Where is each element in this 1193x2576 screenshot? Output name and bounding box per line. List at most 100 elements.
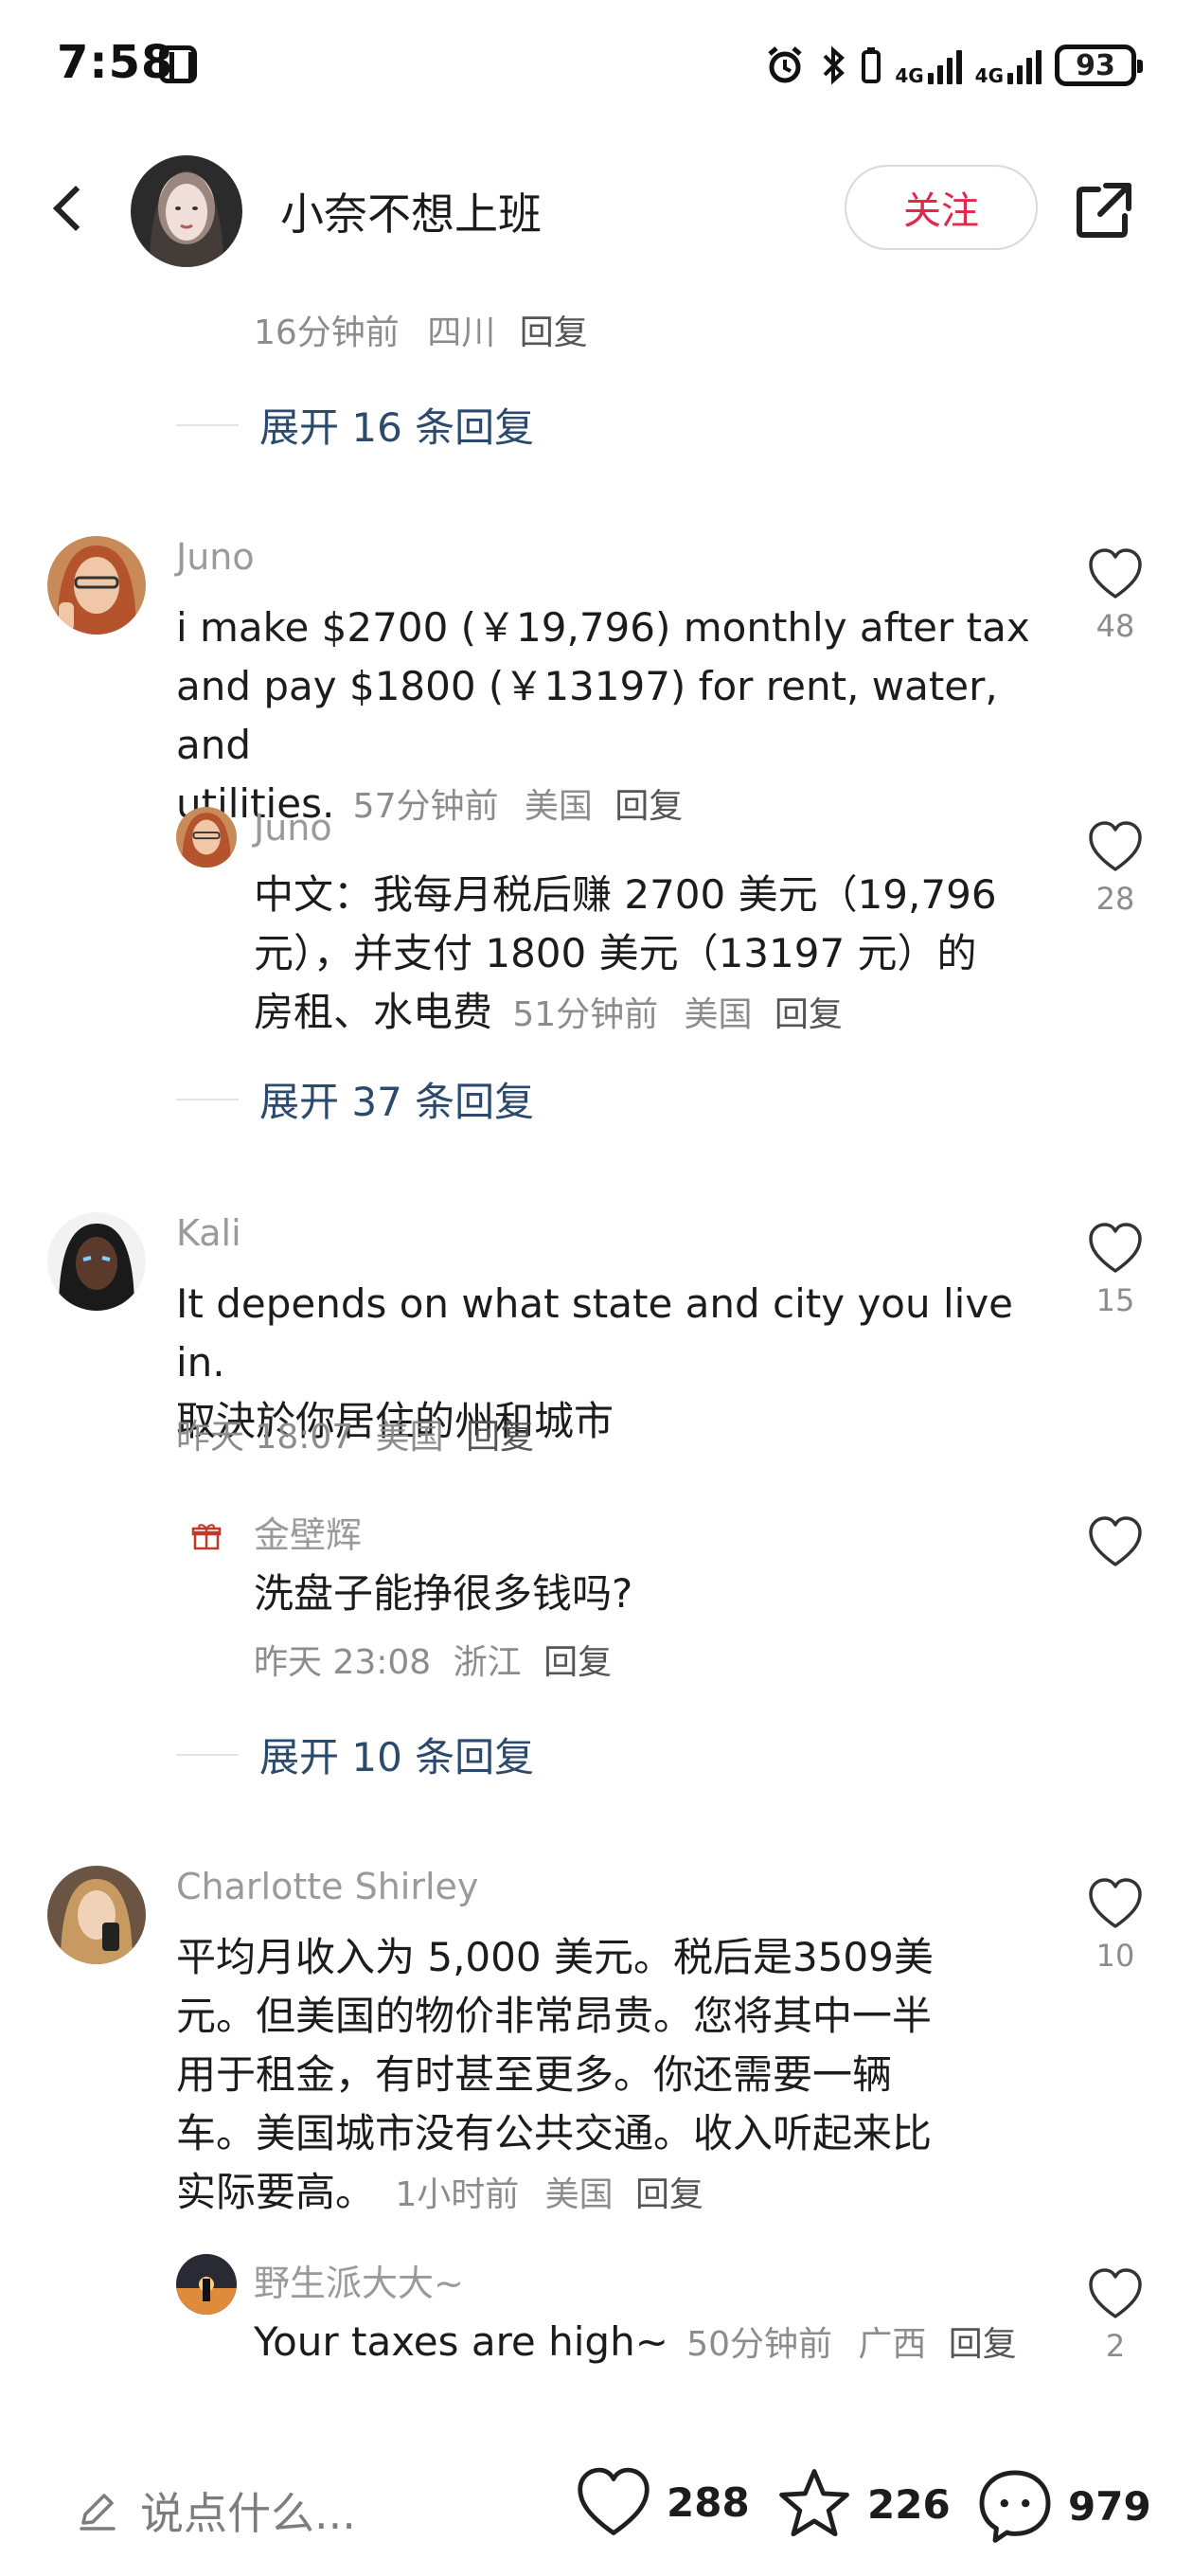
author-avatar[interactable]: [131, 155, 242, 267]
network-label-2: 4G: [974, 64, 1004, 87]
expand-replies-button[interactable]: 展开 10 条回复: [176, 1726, 534, 1783]
signal-1: 4G: [895, 46, 962, 87]
like-count: 28: [1095, 881, 1135, 917]
reply-text-line: 房租、水电费: [254, 989, 493, 1035]
comment-text-line: and pay $1800 (￥13197) for rent, water, …: [176, 663, 998, 768]
like-count: 48: [1095, 608, 1135, 644]
reply-button[interactable]: 回复: [775, 995, 843, 1034]
reply-text-line: 中文：我每月税后赚 2700 美元（19,796: [254, 871, 997, 918]
comment-location: 四川: [427, 313, 496, 352]
comment-input-placeholder: 说点什么...: [140, 2488, 356, 2539]
expand-replies-button[interactable]: 展开 16 条回复: [176, 396, 534, 454]
heart-icon: [1089, 1878, 1142, 1928]
comment-meta: 昨天 23:08 浙江 回复: [254, 1635, 612, 1684]
comment-location: 广西: [858, 2325, 927, 2364]
star-icon: [779, 2469, 849, 2537]
heart-icon: [1089, 1516, 1142, 1566]
network-label-1: 4G: [895, 64, 924, 87]
favorite-count: 226: [867, 2480, 951, 2528]
comment-location: 浙江: [453, 1643, 522, 1682]
signal-bars-icon: [1007, 46, 1042, 84]
comment-count: 979: [1068, 2482, 1151, 2530]
heart-icon: [1089, 2268, 1142, 2318]
comment-text-line: 平均月收入为 5,000 美元。税后是3509美: [176, 1934, 934, 1980]
like-button[interactable]: 48: [1077, 547, 1153, 644]
reply-text: Your taxes are high~ 50分钟前 广西 回复: [254, 2313, 1017, 2374]
battery-saver-icon: [862, 47, 881, 83]
signal-2: 4G: [974, 46, 1042, 87]
avatar[interactable]: [47, 1866, 146, 1964]
expand-replies-button[interactable]: 展开 37 条回复: [176, 1070, 534, 1128]
comment-time: 昨天 23:08: [254, 1643, 432, 1682]
reply-button[interactable]: 回复: [466, 1418, 534, 1457]
reply-text: 洗盘子能挣很多钱吗?: [254, 1570, 633, 1617]
comment-username[interactable]: Charlotte Shirley: [176, 1866, 478, 1907]
author-name[interactable]: 小奈不想上班: [280, 180, 542, 242]
reply-username[interactable]: Juno: [254, 807, 332, 849]
pencil-icon: [80, 2494, 116, 2531]
comment-meta: 16分钟前 四川 回复: [254, 305, 588, 354]
back-button[interactable]: [42, 178, 98, 239]
like-button[interactable]: 10: [1077, 1877, 1153, 1974]
alarm-icon: [768, 46, 802, 83]
avatar[interactable]: [47, 536, 146, 635]
favorite-button[interactable]: 226: [775, 2466, 951, 2542]
status-icons: 4G 4G 93: [764, 42, 1143, 89]
gift-icon: [191, 1524, 222, 1550]
heart-icon: [1089, 821, 1142, 871]
comment-time: 51分钟前: [512, 995, 659, 1034]
avatar[interactable]: [47, 1212, 146, 1311]
reply-text-line: Your taxes are high~: [254, 2318, 668, 2365]
comment-text-line: i make $2700 (￥19,796) monthly after tax: [176, 604, 1030, 651]
share-icon[interactable]: [1074, 180, 1134, 241]
reply-button[interactable]: 回复: [543, 1643, 612, 1682]
reply-username[interactable]: 金壁辉: [254, 1506, 362, 1558]
like-button[interactable]: 2: [1077, 2267, 1153, 2364]
comment-location: 美国: [684, 995, 753, 1034]
avatar[interactable]: [176, 2254, 237, 2315]
reply-button[interactable]: 回复: [520, 313, 588, 352]
like-count: 15: [1095, 1282, 1135, 1318]
comment-time: 16分钟前: [254, 313, 400, 352]
battery-level: 93: [1076, 48, 1115, 82]
status-time: 7:58: [57, 36, 174, 89]
comment-input[interactable]: 说点什么...: [76, 2479, 356, 2542]
reply-button[interactable]: 回复: [614, 787, 683, 826]
comment-text-line: It depends on what state and city you li…: [176, 1280, 1014, 1386]
like-button[interactable]: 15: [1077, 1222, 1153, 1318]
comments-button[interactable]: 979: [975, 2466, 1151, 2546]
reply-button[interactable]: 回复: [635, 2175, 703, 2214]
comment-time: 1小时前: [395, 2175, 520, 2214]
like-button[interactable]: 28: [1077, 820, 1153, 917]
comment-text-line: 车。美国城市没有公共交通。收入听起来比: [176, 2110, 933, 2156]
comment-location: 美国: [544, 2175, 614, 2214]
heart-icon: [578, 2467, 650, 2535]
follow-button[interactable]: 关注: [845, 165, 1038, 250]
comment-username[interactable]: Juno: [176, 536, 255, 578]
comment-text-line: 元。但美国的物价非常昂贵。您将其中一半: [176, 1993, 933, 2039]
nfc-icon: [159, 45, 197, 83]
comment-bubble-icon: [979, 2470, 1051, 2543]
bluetooth-icon: [823, 45, 846, 85]
like-count: 288: [667, 2478, 750, 2526]
comment-text-line: 用于租金，有时甚至更多。你还需要一辆: [176, 2051, 893, 2098]
reply-username[interactable]: 野生派大大~: [254, 2254, 464, 2306]
comment-text: 平均月收入为 5,000 美元。税后是3509美 元。但美国的物价非常昂贵。您将…: [176, 1928, 1047, 2225]
reply-button[interactable]: 回复: [949, 2325, 1017, 2364]
signal-bars-icon: [927, 46, 962, 84]
reply-text: 中文：我每月税后赚 2700 美元（19,796 元），并支付 1800 美元（…: [254, 866, 1049, 1045]
like-post-button[interactable]: 288: [574, 2466, 750, 2538]
heart-icon: [1089, 548, 1142, 599]
comment-time: 昨天 18:07: [176, 1418, 354, 1457]
like-button[interactable]: [1077, 1515, 1153, 1572]
comment-time: 50分钟前: [686, 2325, 833, 2364]
avatar[interactable]: [176, 807, 237, 868]
comment-time: 57分钟前: [352, 787, 499, 826]
bottom-action-bar: 说点什么... 288 226 979: [0, 2424, 1193, 2576]
heart-icon: [1089, 1223, 1142, 1273]
like-count: 10: [1095, 1938, 1135, 1974]
comment-text-line: 实际要高。: [176, 2169, 376, 2215]
battery-icon: 93: [1055, 45, 1143, 86]
comment-username[interactable]: Kali: [176, 1212, 241, 1254]
comment-location: 美国: [375, 1418, 444, 1457]
